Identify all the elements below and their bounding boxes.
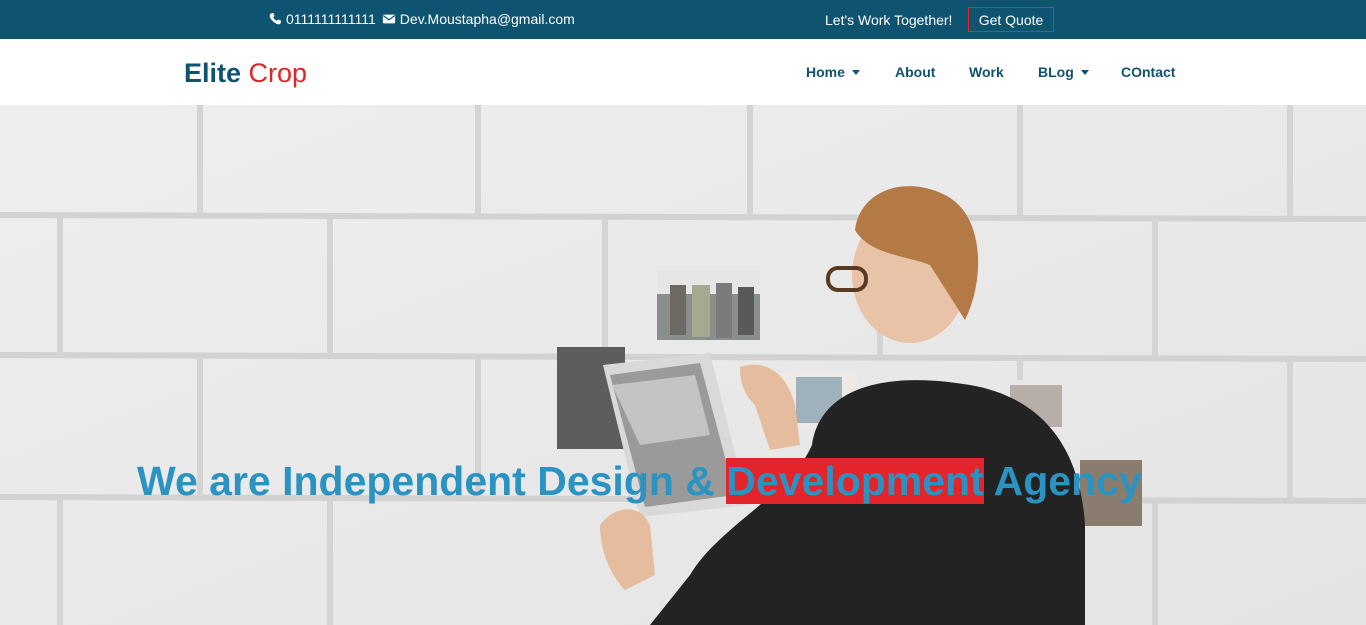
hero-section: We are Independent Design & Development …	[0, 105, 1366, 625]
headline-highlight: Development	[726, 458, 984, 504]
brand-logo[interactable]: Elite Crop	[184, 57, 307, 89]
nav-item-contact[interactable]: COntact	[1121, 64, 1175, 80]
nav-item-label: BLog	[1038, 64, 1074, 80]
brand-part-2: Crop	[248, 58, 308, 88]
contact-info: 0111111111111 Dev.Moustapha@gmail.com	[268, 11, 575, 27]
hero-background-image	[0, 105, 1366, 625]
nav-item-about[interactable]: About	[895, 64, 935, 80]
nav-item-home[interactable]: Home	[806, 64, 860, 80]
brand-part-1: Elite	[184, 58, 242, 88]
nav-item-work[interactable]: Work	[969, 64, 1004, 80]
phone-number[interactable]: 0111111111111	[286, 11, 376, 27]
headline-text-after: Agency	[983, 458, 1142, 504]
top-bar: 0111111111111 Dev.Moustapha@gmail.com Le…	[0, 0, 1366, 39]
nav-item-label: COntact	[1121, 64, 1176, 80]
nav-item-blog[interactable]: BLog	[1038, 64, 1089, 80]
get-quote-button[interactable]: Get Quote	[968, 7, 1054, 32]
nav-item-label: Home	[806, 64, 845, 80]
caret-down-icon	[1080, 69, 1089, 75]
headline-text-before: We are Independent Design &	[137, 458, 727, 504]
email-address[interactable]: Dev.Moustapha@gmail.com	[400, 11, 575, 27]
nav-item-label: Work	[969, 64, 1004, 80]
cta-text: Let's Work Together!	[825, 12, 953, 28]
envelope-icon	[382, 14, 395, 24]
nav-item-label: About	[895, 64, 936, 80]
hero-headline: We are Independent Design & Development …	[137, 457, 1142, 505]
phone-icon	[269, 12, 282, 25]
caret-down-icon	[851, 69, 860, 75]
navbar: Elite Crop Home About Work BLog COntact	[0, 39, 1366, 105]
